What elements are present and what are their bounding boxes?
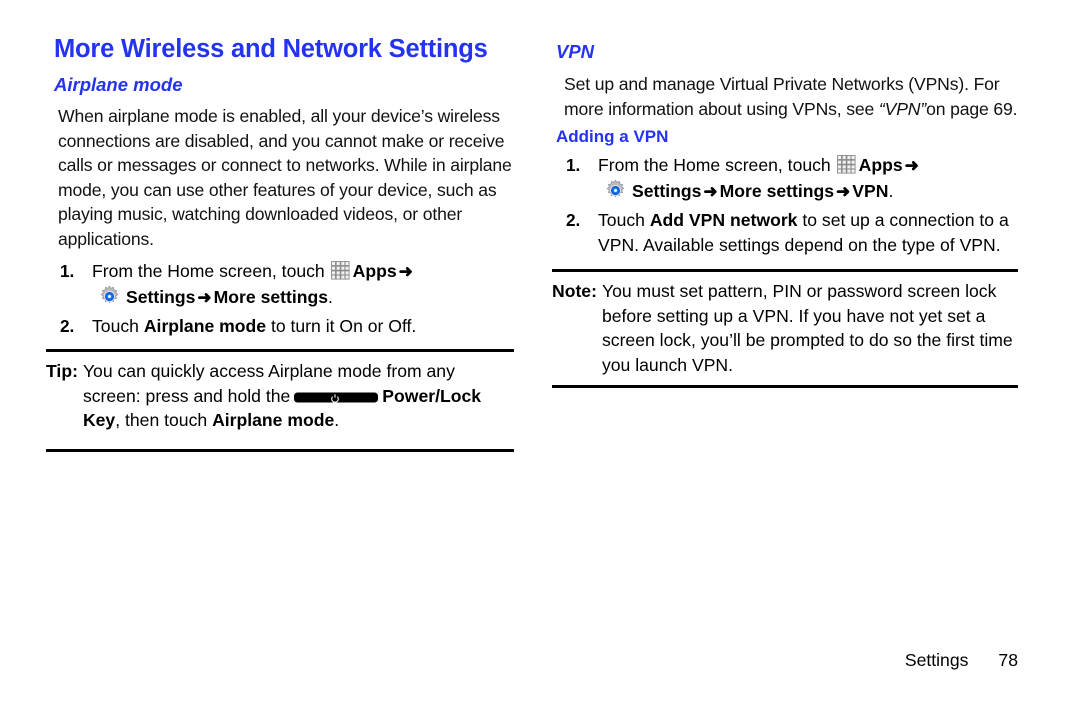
tip-airplane-mode-term: Airplane mode xyxy=(212,410,335,431)
airplane-mode-intro-paragraph: When airplane mode is enabled, all your … xyxy=(58,106,512,249)
step-period: . xyxy=(328,286,333,307)
tip-period: . xyxy=(334,410,340,431)
tip-line2-after: , then touch xyxy=(115,410,208,431)
sub-heading-adding-a-vpn: Adding a VPN xyxy=(556,127,669,146)
list-item: 1. From the Home screen, touch Apps ➜ Se… xyxy=(552,153,1022,204)
airplane-mode-term: Airplane mode xyxy=(143,316,267,337)
divider-bottom xyxy=(552,385,1018,388)
step-lead-text: From the Home screen, touch xyxy=(92,261,325,281)
apps-label: Apps xyxy=(352,261,397,281)
section-heading-vpn: VPN xyxy=(556,41,595,62)
apps-label: Apps xyxy=(858,155,903,175)
tip-line2-before: press and hold the xyxy=(145,385,291,406)
vpn-label: VPN xyxy=(852,180,889,201)
apps-grid-icon xyxy=(836,155,856,174)
vpn-intro-paragraph: Set up and manage Virtual Private Networ… xyxy=(564,72,1026,121)
note-callout: Note: You must set pattern, PIN or passw… xyxy=(552,269,1018,388)
arrow-icon: ➜ xyxy=(836,181,851,201)
add-vpn-network-term: Add VPN network xyxy=(649,210,798,231)
step-text-before: Touch xyxy=(92,316,139,337)
step-number: 1. xyxy=(566,155,581,175)
section-heading-airplane-mode: Airplane mode xyxy=(54,74,183,95)
list-item: 1. From the Home screen, touch Apps ➜ Se… xyxy=(46,259,516,310)
footer-section-name: Settings xyxy=(904,650,969,670)
tip-text: You can quickly access Airplane mode fro… xyxy=(83,359,514,433)
page-title: More Wireless and Network Settings xyxy=(54,35,488,63)
list-item: 2. Touch Airplane mode to turn it On or … xyxy=(46,314,516,339)
adding-vpn-steps: 1. From the Home screen, touch Apps ➜ Se… xyxy=(552,153,1022,257)
arrow-icon: ➜ xyxy=(197,287,212,307)
step-text-after: to turn it On or Off. xyxy=(270,316,417,337)
tip-callout: Tip: You can quickly access Airplane mod… xyxy=(46,349,514,452)
arrow-icon: ➜ xyxy=(703,181,718,201)
tip-label: Tip: xyxy=(46,361,78,381)
apps-grid-icon xyxy=(330,261,350,280)
manual-page: More Wireless and Network Settings Airpl… xyxy=(0,0,1080,720)
note-label: Note: xyxy=(552,281,597,301)
list-item: 2. Touch Add VPN network to set up a con… xyxy=(552,208,1022,257)
airplane-mode-steps: 1. From the Home screen, touch Apps ➜ Se… xyxy=(46,259,516,339)
settings-label: Settings xyxy=(632,180,702,201)
arrow-icon: ➜ xyxy=(904,156,919,175)
footer-page-number: 78 xyxy=(998,650,1018,670)
step-lead-text: From the Home screen, touch xyxy=(598,155,831,175)
note-text: You must set pattern, PIN or password sc… xyxy=(601,281,1013,375)
settings-gear-icon xyxy=(604,179,627,202)
settings-label: Settings xyxy=(126,286,196,307)
settings-gear-icon xyxy=(98,285,121,308)
step-number: 2. xyxy=(60,316,75,337)
arrow-icon: ➜ xyxy=(398,262,413,281)
vpn-cross-reference: “VPN” xyxy=(878,98,927,119)
step-period: . xyxy=(888,180,894,201)
divider-bottom xyxy=(46,449,514,452)
step-number: 1. xyxy=(60,261,75,281)
more-settings-label: More settings xyxy=(719,180,835,201)
power-lock-key-icon xyxy=(294,391,379,405)
step-number: 2. xyxy=(566,210,581,231)
more-settings-label: More settings xyxy=(213,286,329,307)
vpn-intro-after: on page 69. xyxy=(926,98,1018,119)
step-text-before: Touch xyxy=(598,210,645,231)
